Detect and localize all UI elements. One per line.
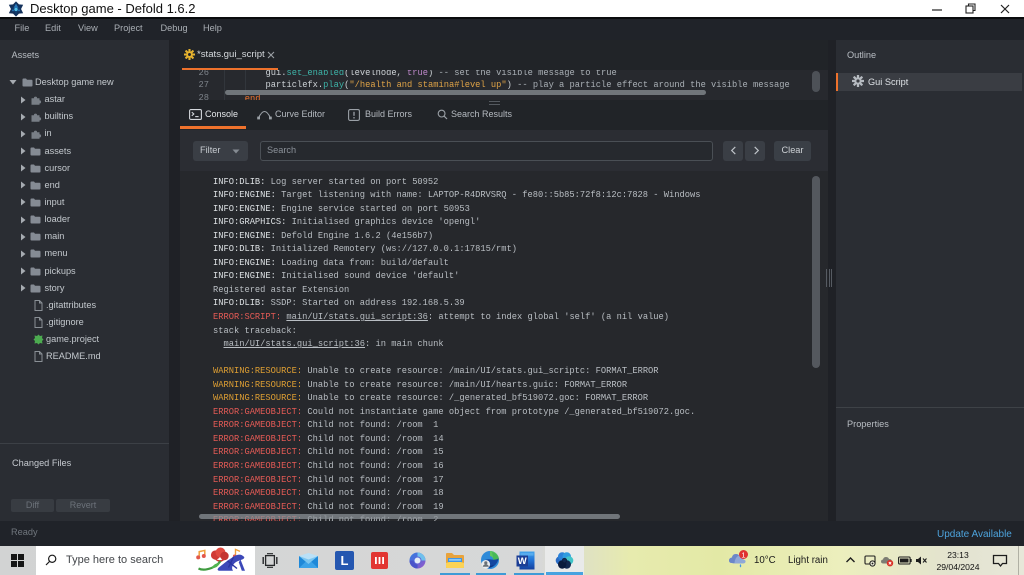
svg-text:1: 1 <box>741 551 745 560</box>
svg-text:W: W <box>518 556 527 567</box>
